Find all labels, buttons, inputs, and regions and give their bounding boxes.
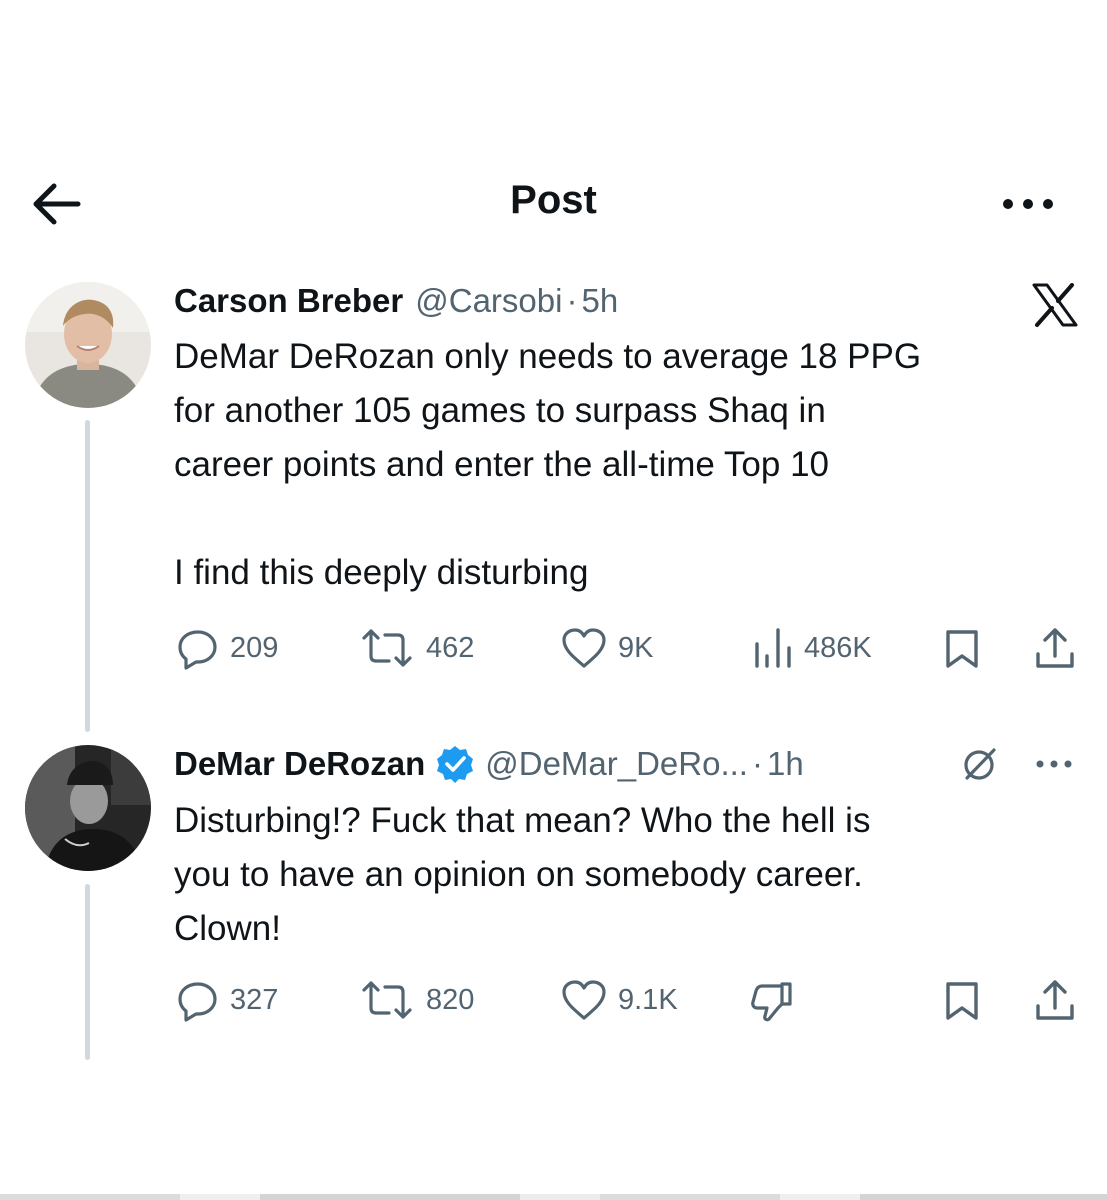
share-icon xyxy=(1036,628,1074,668)
avatar[interactable] xyxy=(25,282,151,408)
repost-count: 462 xyxy=(426,631,475,664)
thread-line xyxy=(85,420,90,732)
reply-line: you to have an opinion on somebody caree… xyxy=(174,855,863,894)
avatar[interactable] xyxy=(25,745,151,871)
more-options-button[interactable] xyxy=(1032,752,1076,781)
reply-line: Clown! xyxy=(174,909,281,948)
author-name[interactable]: DeMar DeRozan xyxy=(174,745,425,783)
reply-header: DeMar DeRozan @DeMar_DeRo... · 1h xyxy=(174,744,804,784)
bookmark-icon xyxy=(946,630,978,668)
bookmark-button[interactable] xyxy=(944,980,980,1027)
share-button[interactable] xyxy=(1034,978,1076,1027)
views-icon xyxy=(755,628,791,668)
views-count: 486K xyxy=(804,631,872,664)
post-line: DeMar DeRozan only needs to average 18 P… xyxy=(174,337,922,376)
bookmark-button[interactable] xyxy=(944,628,980,675)
bookmark-icon xyxy=(946,982,978,1020)
heart-icon xyxy=(562,980,606,1020)
like-button[interactable]: 9.1K xyxy=(560,978,678,1022)
post-header: Carson Breber @Carsobi · 5h xyxy=(174,282,618,320)
repost-icon xyxy=(362,629,412,667)
like-count: 9K xyxy=(618,631,654,664)
x-logo-icon xyxy=(1032,283,1078,327)
like-count: 9.1K xyxy=(618,983,678,1016)
repost-count: 820 xyxy=(426,983,475,1016)
like-button[interactable]: 9K xyxy=(560,626,653,670)
share-icon xyxy=(1036,980,1074,1020)
reply-count: 209 xyxy=(230,631,279,664)
post-line: I find this deeply disturbing xyxy=(174,553,589,592)
share-button[interactable] xyxy=(1034,626,1076,675)
more-horizontal-icon xyxy=(1003,199,1053,209)
post-line: for another 105 games to surpass Shaq in xyxy=(174,391,826,430)
post-time[interactable]: 1h xyxy=(767,745,804,783)
grok-icon[interactable] xyxy=(960,744,1000,784)
reply-line: Disturbing!? Fuck that mean? Who the hel… xyxy=(174,801,871,840)
repost-button[interactable]: 820 xyxy=(358,978,474,1022)
dislike-button[interactable] xyxy=(750,980,794,1027)
more-options-button[interactable] xyxy=(995,184,1061,224)
repost-icon xyxy=(362,981,412,1019)
post-time[interactable]: 5h xyxy=(581,282,618,320)
reply-button[interactable]: 327 xyxy=(176,978,278,1022)
screenshot-edge xyxy=(0,1194,1107,1200)
reply-text: Disturbing!? Fuck that mean? Who the hel… xyxy=(174,794,870,956)
thumbs-down-icon xyxy=(751,982,792,1022)
separator: · xyxy=(751,745,763,782)
reply-count: 327 xyxy=(230,983,279,1016)
thread-line xyxy=(85,884,90,1060)
author-handle[interactable]: @DeMar_DeRo... xyxy=(485,745,748,783)
separator: · xyxy=(566,282,578,319)
post-text: DeMar DeRozan only needs to average 18 P… xyxy=(174,330,921,600)
views-button[interactable]: 486K xyxy=(752,626,872,670)
reply-icon xyxy=(178,982,217,1022)
author-handle[interactable]: @Carsobi xyxy=(415,282,562,320)
page-title: Post xyxy=(510,178,597,222)
verified-badge-icon xyxy=(435,744,475,784)
reply-button[interactable]: 209 xyxy=(176,626,278,670)
post-line xyxy=(174,492,921,546)
author-name[interactable]: Carson Breber xyxy=(174,282,403,320)
repost-button[interactable]: 462 xyxy=(358,626,474,670)
more-horizontal-icon xyxy=(1036,760,1072,768)
reply-icon xyxy=(178,630,217,670)
post-line: career points and enter the all-time Top… xyxy=(174,445,830,484)
heart-icon xyxy=(562,628,606,668)
